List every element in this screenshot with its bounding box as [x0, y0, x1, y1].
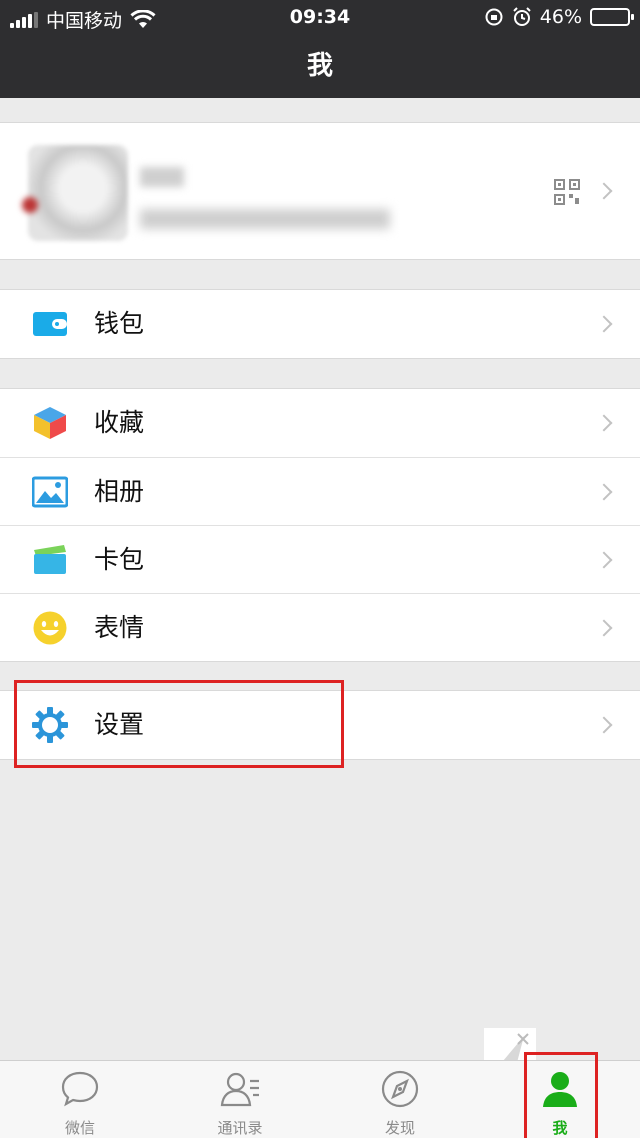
chevron-right-icon — [595, 483, 613, 501]
profile-chevron-icon — [595, 182, 613, 200]
chevron-right-icon — [595, 551, 613, 569]
menu-item-label: 相册 — [94, 477, 145, 506]
menu-item-favorites[interactable]: 收藏 — [0, 389, 640, 457]
qr-code-icon[interactable] — [554, 179, 580, 205]
menu-item-card-wallet[interactable]: 卡包 — [0, 525, 640, 593]
chevron-right-icon — [595, 315, 613, 333]
avatar — [28, 145, 128, 241]
features-group: 收藏 相册 卡包 表情 — [0, 388, 640, 662]
menu-item-album[interactable]: 相册 — [0, 457, 640, 525]
tab-label: 发现 — [384, 1119, 415, 1137]
compass-icon — [381, 1070, 419, 1108]
chevron-right-icon — [595, 619, 613, 637]
menu-item-label: 收藏 — [94, 408, 145, 437]
profile-wechat-id-blurred — [140, 209, 390, 229]
status-bar: 中国移动 09:34 46% — [0, 0, 640, 36]
menu-item-stickers[interactable]: 表情 — [0, 593, 640, 661]
menu-item-label: 钱包 — [94, 309, 145, 338]
sticker-smiley-icon — [33, 611, 67, 645]
wallet-icon — [33, 312, 67, 336]
menu-item-label: 表情 — [94, 613, 145, 642]
menu-item-wallet[interactable]: 钱包 — [0, 290, 640, 358]
wallet-group: 钱包 — [0, 289, 640, 359]
profile-card[interactable] — [0, 122, 640, 260]
battery-percent: 46% — [539, 6, 582, 28]
tab-contacts[interactable]: 通讯录 — [160, 1061, 320, 1138]
tab-discover[interactable]: 发现 — [320, 1061, 480, 1138]
settings-highlight-box — [14, 680, 344, 768]
contacts-icon — [220, 1072, 259, 1107]
chevron-right-icon — [595, 414, 613, 432]
profile-name-blurred — [140, 167, 184, 187]
battery-icon — [590, 8, 634, 26]
card-wallet-icon — [34, 545, 66, 574]
me-tab-highlight-box — [524, 1052, 598, 1138]
favorites-cube-icon — [34, 407, 66, 439]
nav-bar: 我 — [0, 36, 640, 98]
tab-chats[interactable]: 微信 — [0, 1061, 160, 1138]
page-title: 我 — [306, 51, 333, 81]
rotation-lock-icon — [485, 8, 503, 26]
alarm-icon — [513, 7, 531, 26]
chevron-right-icon — [595, 716, 613, 734]
tab-label: 通讯录 — [217, 1119, 263, 1137]
album-icon — [32, 476, 68, 508]
chat-bubble-icon — [61, 1071, 99, 1107]
menu-item-label: 卡包 — [94, 545, 145, 574]
tab-label: 微信 — [64, 1119, 95, 1137]
